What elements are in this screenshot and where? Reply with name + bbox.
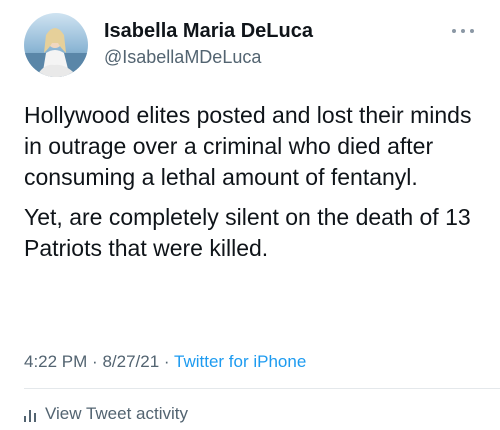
user-handle[interactable]: @IsabellaMDeLuca — [104, 45, 313, 69]
more-dot — [452, 29, 456, 33]
view-tweet-activity-button[interactable]: View Tweet activity — [24, 404, 188, 424]
tweet-paragraph: Yet, are completely silent on the death … — [24, 204, 471, 261]
bar-chart-icon — [24, 409, 36, 422]
tweet-card: Isabella Maria DeLuca @IsabellaMDeLuca H… — [0, 0, 500, 430]
tweet-metadata: 4:22 PM · 8/27/21 · Twitter for iPhone — [24, 352, 306, 372]
meta-separator: · — [163, 352, 170, 371]
avatar[interactable] — [24, 13, 88, 77]
tweet-time[interactable]: 4:22 PM — [24, 352, 87, 371]
tweet-date[interactable]: 8/27/21 — [102, 352, 159, 371]
tweet-source-link[interactable]: Twitter for iPhone — [174, 352, 306, 371]
more-dot — [470, 29, 474, 33]
tweet-text: Hollywood elites posted and lost their m… — [24, 100, 490, 264]
author-info: Isabella Maria DeLuca @IsabellaMDeLuca — [104, 19, 313, 69]
profile-photo-icon — [24, 13, 88, 77]
more-horizontal-icon[interactable] — [452, 26, 474, 36]
tweet-paragraph: Hollywood elites posted and lost their m… — [24, 102, 472, 190]
activity-label: View Tweet activity — [45, 404, 188, 423]
display-name[interactable]: Isabella Maria DeLuca — [104, 19, 313, 43]
meta-separator: · — [92, 352, 98, 371]
divider — [24, 388, 500, 389]
more-dot — [461, 29, 465, 33]
